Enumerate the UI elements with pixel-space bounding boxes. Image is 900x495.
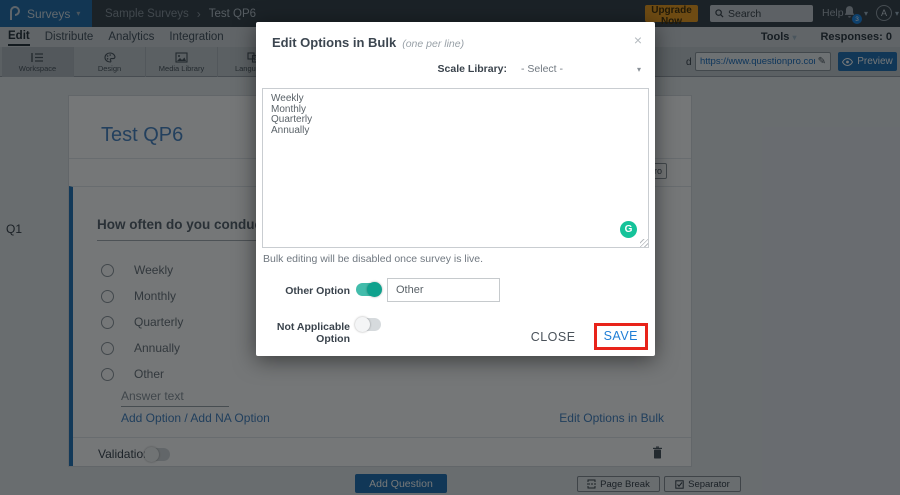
other-option-label: Other Option [285,285,350,297]
not-applicable-option-toggle[interactable] [355,317,381,332]
bulk-options-textarea-wrap: Weekly Monthly Quarterly Annually G [262,88,649,248]
modal-footer: CLOSE SAVE [531,323,648,350]
save-button[interactable]: SAVE [604,329,638,343]
scale-library-row: Scale Library: - Select - ▾ [256,63,645,75]
other-option-input[interactable] [387,278,500,302]
scale-library-value: - Select - [521,63,564,75]
close-icon[interactable]: × [634,32,642,48]
bulk-edit-note: Bulk editing will be disabled once surve… [263,253,484,265]
scale-library-label: Scale Library: [437,63,507,75]
modal-title-row: Edit Options in Bulk (one per line) [272,35,464,50]
questionpro-app: Surveys ▾ Sample Surveys › Test QP6 Upgr… [0,0,900,495]
close-button[interactable]: CLOSE [531,330,576,344]
scale-library-select[interactable]: - Select - ▾ [517,63,645,75]
bulk-options-textarea[interactable]: Weekly Monthly Quarterly Annually [262,88,649,248]
modal-subtitle: (one per line) [402,38,465,50]
save-highlight-box: SAVE [593,323,648,350]
other-option-toggle[interactable] [356,282,382,297]
chevron-down-icon: ▾ [636,64,641,74]
edit-options-in-bulk-modal: Edit Options in Bulk (one per line) × Sc… [256,22,655,356]
toggle-knob [367,282,382,297]
toggle-knob [355,317,370,332]
grammarly-icon[interactable]: G [620,221,637,238]
modal-title: Edit Options in Bulk [272,35,397,50]
resize-handle[interactable] [640,239,648,247]
not-applicable-option-label: Not Applicable Option [276,321,350,345]
